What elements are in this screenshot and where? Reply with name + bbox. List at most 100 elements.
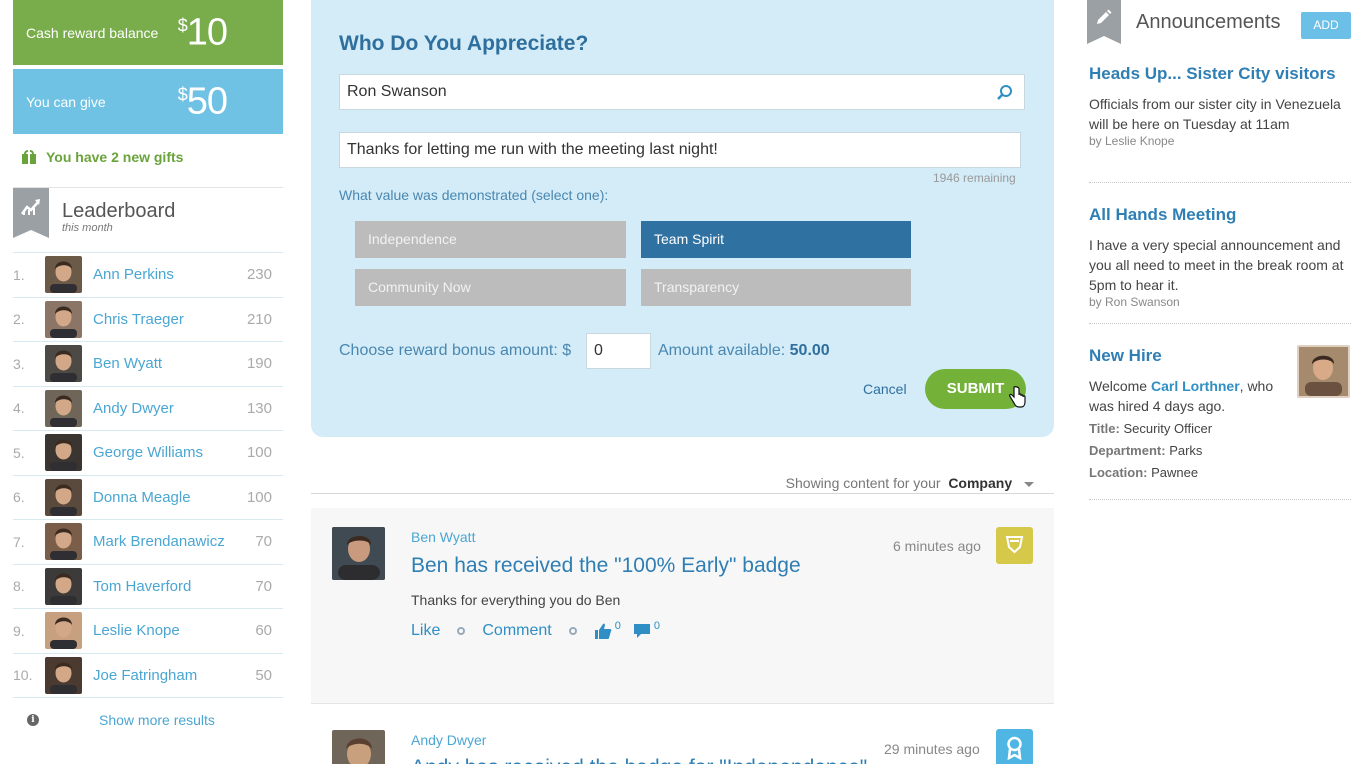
avatar[interactable] <box>45 256 82 294</box>
leaderboard-footer: i Show more results <box>13 697 283 741</box>
leaderboard-name-link[interactable]: Joe Fatringham <box>93 667 255 684</box>
leaderboard-row[interactable]: 10. Joe Fatringham 50 <box>13 652 283 698</box>
avatar[interactable] <box>45 434 82 472</box>
hand-cursor-icon <box>1009 386 1026 408</box>
avatar[interactable] <box>45 345 82 383</box>
value-option-team-spirit[interactable]: Team Spirit <box>641 221 911 258</box>
new-hire-department: Department: Parks <box>1089 443 1203 458</box>
leaderboard-row[interactable]: 3. Ben Wyatt 190 <box>13 341 283 386</box>
chart-trend-icon <box>13 188 49 238</box>
leaderboard-rank: 7. <box>13 533 25 550</box>
gifts-text: You have 2 new gifts <box>46 149 184 165</box>
value-option-community-now[interactable]: Community Now <box>355 269 626 306</box>
left-column: Cash reward balance $10 You can give $50… <box>13 0 283 741</box>
feed-time: 29 minutes ago <box>884 741 980 757</box>
leaderboard-name-link[interactable]: Andy Dwyer <box>93 400 247 417</box>
avatar[interactable] <box>45 612 82 650</box>
avatar[interactable] <box>45 478 82 516</box>
bonus-label: Choose reward bonus amount: $ <box>339 342 572 359</box>
leaderboard-rank: 2. <box>13 311 25 328</box>
feed-item: Andy Dwyer Andy has received the badge f… <box>311 703 1054 764</box>
cash-amount: $10 <box>177 11 228 53</box>
leaderboard-name-link[interactable]: George Williams <box>93 444 247 461</box>
amount-available: Amount available: 50.00 <box>658 342 830 359</box>
feed-title[interactable]: Ben has received the "100% Early" badge <box>411 554 801 578</box>
avatar[interactable] <box>45 567 82 605</box>
bonus-amount-input[interactable]: 0 <box>586 333 651 369</box>
recipient-value: Ron Swanson <box>347 83 447 100</box>
content-filter-bar: Showing content for your Company <box>311 468 1054 494</box>
leaderboard-name-link[interactable]: Mark Brendanawicz <box>93 533 255 550</box>
cancel-button[interactable]: Cancel <box>863 381 907 397</box>
leaderboard-rank: 6. <box>13 489 25 506</box>
leaderboard-row[interactable]: 4. Andy Dwyer 130 <box>13 385 283 431</box>
give-amount: $50 <box>177 80 228 122</box>
value-question: What value was demonstrated (select one)… <box>339 187 609 203</box>
remaining-characters: 1946 remaining <box>933 171 1016 185</box>
content-filter-dropdown[interactable]: Showing content for your Company <box>786 475 1034 491</box>
leaderboard-score: 230 <box>246 266 272 284</box>
leaderboard-rank: 8. <box>13 578 25 595</box>
announcement-heading[interactable]: Heads Up... Sister City visitors <box>1089 64 1351 84</box>
caret-down-icon <box>1024 481 1034 487</box>
value-option-transparency[interactable]: Transparency <box>641 269 911 306</box>
cash-label: Cash reward balance <box>26 24 159 41</box>
new-hire-welcome: Welcome Carl Lorthner, who was hired 4 d… <box>1089 378 1274 414</box>
cash-reward-balance: Cash reward balance $10 <box>13 0 283 65</box>
badge-icon[interactable] <box>996 527 1033 564</box>
new-gifts-link[interactable]: You have 2 new gifts <box>22 149 283 165</box>
announcements-title: Announcements <box>1136 11 1281 33</box>
leaderboard-name-link[interactable]: Ben Wyatt <box>93 355 247 372</box>
leaderboard-row[interactable]: 7. Mark Brendanawicz 70 <box>13 519 283 564</box>
announcement-author: by Ron Swanson <box>1089 295 1180 309</box>
value-option-independence[interactable]: Independence <box>355 221 626 258</box>
separator-dot <box>568 627 577 635</box>
leaderboard-name-link[interactable]: Ann Perkins <box>93 266 247 283</box>
medal-badge-icon[interactable] <box>996 729 1033 764</box>
feed-item: Ben Wyatt Ben has received the "100% Ear… <box>311 508 1054 703</box>
feed-body: Thanks for everything you do Ben <box>411 592 621 608</box>
like-button[interactable]: Like <box>411 622 440 640</box>
announcement-item: Heads Up... Sister City visitors Officia… <box>1089 64 1351 183</box>
avatar[interactable] <box>45 656 82 694</box>
leaderboard-score: 70 <box>255 577 272 595</box>
new-hire-title: Title: Security Officer <box>1089 421 1213 436</box>
leaderboard-row[interactable]: 9. Leslie Knope 60 <box>13 608 283 653</box>
avatar[interactable] <box>45 523 82 561</box>
avatar[interactable] <box>332 730 385 764</box>
leaderboard-row[interactable]: 2. Chris Traeger 210 <box>13 296 283 342</box>
leaderboard-row[interactable]: 1. Ann Perkins 230 <box>13 252 283 297</box>
comment-button[interactable]: Comment <box>482 622 551 640</box>
search-icon[interactable] <box>996 84 1014 102</box>
new-hire-avatar[interactable] <box>1297 345 1350 398</box>
recipient-search-input[interactable]: Ron Swanson <box>339 74 1025 110</box>
leaderboard-row[interactable]: 6. Donna Meagle 100 <box>13 474 283 520</box>
leaderboard-rank: 5. <box>13 444 25 461</box>
leaderboard-name-link[interactable]: Leslie Knope <box>93 622 255 639</box>
give-balance: You can give $50 <box>13 69 283 134</box>
feed-author[interactable]: Ben Wyatt <box>411 529 475 545</box>
feed-author[interactable]: Andy Dwyer <box>411 732 486 748</box>
thumbs-up-icon[interactable] <box>594 623 612 640</box>
new-hire-name-link[interactable]: Carl Lorthner <box>1151 378 1240 394</box>
leaderboard-rank: 10. <box>13 667 33 684</box>
add-announcement-button[interactable]: ADD <box>1301 12 1351 39</box>
show-more-results-link[interactable]: Show more results <box>99 712 215 728</box>
feed-title[interactable]: Andy has received the badge for "Indepen… <box>411 756 867 764</box>
info-icon[interactable]: i <box>27 713 39 726</box>
leaderboard-row[interactable]: 8. Tom Haverford 70 <box>13 563 283 609</box>
avatar[interactable] <box>45 300 82 338</box>
leaderboard-row[interactable]: 5. George Williams 100 <box>13 430 283 475</box>
new-hire-location: Location: Pawnee <box>1089 465 1199 480</box>
like-count: 0 <box>614 620 621 632</box>
leaderboard-name-link[interactable]: Donna Meagle <box>93 489 247 506</box>
avatar[interactable] <box>45 389 82 427</box>
message-input[interactable]: Thanks for letting me run with the meeti… <box>339 132 1021 168</box>
leaderboard-score: 50 <box>255 666 272 684</box>
avatar[interactable] <box>332 527 385 580</box>
leaderboard-name-link[interactable]: Tom Haverford <box>93 578 255 595</box>
leaderboard-name-link[interactable]: Chris Traeger <box>93 311 247 328</box>
leaderboard-score: 130 <box>246 399 272 417</box>
announcement-heading[interactable]: All Hands Meeting <box>1089 205 1351 225</box>
comment-icon[interactable] <box>633 623 651 640</box>
